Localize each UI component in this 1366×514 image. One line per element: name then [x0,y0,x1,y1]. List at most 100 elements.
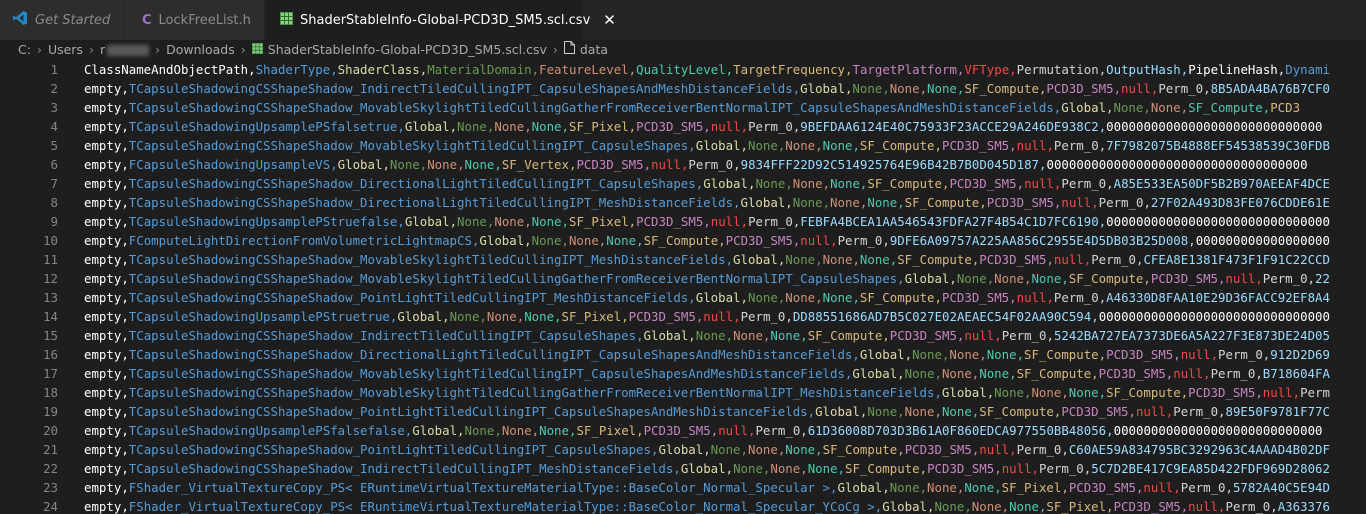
csv-comma: , [1046,328,1054,343]
csv-cell: None [755,176,786,191]
line-content: empty,TCapsuleShadowingCSShapeShadow_Poi… [84,440,1330,459]
code-line[interactable]: 21 empty,TCapsuleShadowingCSShapeShadow_P… [0,440,1366,459]
line-content: empty,TCapsuleShadowingCSShapeShadow_Mov… [84,383,1330,402]
code-line[interactable]: 7 empty,TCapsuleShadowingCSShapeShadow_Di… [0,174,1366,193]
csv-cell: Global [643,328,689,343]
csv-cell: Perm_0 [1053,138,1099,153]
code-editor[interactable]: 1 ClassNameAndObjectPath,ShaderType,Shade… [0,60,1366,514]
line-content: empty,FShader_VirtualTextureCopy_PS< ERu… [84,478,1330,497]
csv-cell: empty [84,100,122,115]
code-line[interactable]: 24 empty,FShader_VirtualTextureCopy_PS< E… [0,497,1366,514]
code-line[interactable]: 4 empty,TCapsuleShadowingUpsamplePSfalset… [0,117,1366,136]
line-content: empty,TCapsuleShadowingCSShapeShadow_Dir… [84,174,1330,193]
csv-comma: , [121,347,129,362]
csv-cell: FeatureLevel [539,62,629,77]
chevron-right-icon: › [155,41,161,57]
code-line[interactable]: 2 empty,TCapsuleShadowingCSShapeShadow_In… [0,79,1366,98]
csv-cell: Global [815,404,860,419]
code-line[interactable]: 19 empty,TCapsuleShadowingCSShapeShadow_P… [0,402,1366,421]
code-line[interactable]: 3 empty,TCapsuleShadowingCSShapeShadow_Mo… [0,98,1366,117]
csv-cell: TCapsuleShadowingUpsamplePStruetrue [128,309,390,324]
code-line[interactable]: 6 empty,FCapsuleShadowingUpsampleVS,Globa… [0,155,1366,174]
csv-comma: , [703,214,711,229]
csv-comma: , [1061,442,1069,457]
code-line[interactable]: 14 empty,TCapsuleShadowingUpsamplePStruet… [0,307,1366,326]
code-line[interactable]: 17 empty,TCapsuleShadowingCSShapeShadow_M… [0,364,1366,383]
csv-cell: Perm_0 [1225,499,1271,514]
breadcrumb-downloads[interactable]: Downloads [166,42,235,57]
csv-cell: A85E533EA50DF5B2B970AEEAF4DCE [1113,176,1330,191]
csv-comma: , [382,157,390,172]
csv-cell: None [733,461,763,476]
line-number: 6 [50,157,58,172]
csv-cell: Perm_0 [1053,290,1099,305]
csv-cell: empty [84,233,122,248]
close-icon[interactable]: ✕ [603,11,616,29]
csv-cell: null [1143,480,1174,495]
csv-cell: Global [837,480,883,495]
code-line[interactable]: 11 empty,TCapsuleShadowingCSShapeShadow_M… [0,250,1366,269]
code-line[interactable]: 1 ClassNameAndObjectPath,ShaderType,Shade… [0,60,1366,79]
csv-comma: , [449,214,458,229]
tab-get-started[interactable]: Get Started [0,0,125,40]
line-content: empty,TCapsuleShadowingCSShapeShadow_Ind… [84,326,1330,345]
csv-comma: , [1270,499,1278,514]
code-line[interactable]: 13 empty,TCapsuleShadowingCSShapeShadow_P… [0,288,1366,307]
code-line[interactable]: 12 empty,TCapsuleShadowingCSShapeShadow_M… [0,269,1366,288]
line-number: 12 [43,271,58,286]
csv-comma: , [822,176,831,191]
csv-cell: None [695,328,726,343]
breadcrumb-drive[interactable]: C: [18,42,31,57]
csv-cell: PCD3D_SM5 [942,138,1010,153]
csv-cell: Global [479,233,525,248]
csv-comma: , [725,252,734,267]
csv-cell: null [800,233,831,248]
tab-lockfreelist[interactable]: C LockFreeList.h [125,0,265,40]
tab-csv-file[interactable]: ShaderStableInfo-Global-PCD3D_SM5.scl.cs… [265,0,616,40]
code-line[interactable]: 18 empty,TCapsuleShadowingCSShapeShadow_M… [0,383,1366,402]
csv-cell: TCapsuleShadowingCSShapeShadow_MovableSk… [128,138,689,153]
csv-cell: None [486,309,517,324]
csv-cell: None [889,480,920,495]
csv-cell: VFType [964,62,1010,77]
breadcrumb-users[interactable]: Users [48,42,83,57]
csv-cell: SF_Compute [643,233,719,248]
csv-comma: , [479,309,487,324]
code-line[interactable]: 8 empty,TCapsuleShadowingCSShapeShadow_Di… [0,193,1366,212]
csv-comma: , [1143,271,1151,286]
line-number: 17 [43,366,58,381]
csv-cell: MaterialDomain [427,62,532,77]
csv-cell: Perm_0 [755,423,801,438]
csv-cell: 9834FFF22D92C514925764E96B42B7B0D045D187 [740,157,1040,172]
csv-comma: , [248,62,256,77]
csv-cell: None [539,423,569,438]
code-line[interactable]: 15 empty,TCapsuleShadowingCSShapeShadow_I… [0,326,1366,345]
csv-comma: , [121,290,129,305]
code-line[interactable]: 20 empty,TCapsuleShadowingUpsamplePSfalse… [0,421,1366,440]
breadcrumb-user-folder[interactable]: r [100,42,150,57]
csv-cell: empty [84,404,122,419]
csv-cell: TCapsuleShadowingCSShapeShadow_IndirectT… [128,328,637,343]
code-line[interactable]: 10 empty,FComputeLightDirectionFromVolume… [0,231,1366,250]
code-line[interactable]: 5 empty,TCapsuleShadowingCSShapeShadow_Mo… [0,136,1366,155]
line-content: empty,FShader_VirtualTextureCopy_PS< ERu… [84,497,1330,514]
code-line[interactable]: 22 empty,TCapsuleShadowingCSShapeShadow_I… [0,459,1366,478]
csv-cell: None [912,347,942,362]
code-line[interactable]: 9 empty,TCapsuleShadowingUpsamplePStruefa… [0,212,1366,231]
csv-cell: Perm_0 [1158,81,1204,96]
line-content: empty,TCapsuleShadowingCSShapeShadow_Mov… [84,269,1330,288]
csv-comma: , [1091,366,1099,381]
code-line[interactable]: 23 empty,FShader_VirtualTextureCopy_PS< E… [0,478,1366,497]
code-line[interactable]: 16 empty,TCapsuleShadowingCSShapeShadow_D… [0,345,1366,364]
csv-comma: , [800,461,808,476]
breadcrumb-file[interactable]: ShaderStableInfo-Global-PCD3D_SM5.scl.cs… [268,42,547,57]
csv-cell: None [494,214,525,229]
csv-cell: SF_Pixel [561,309,622,324]
csv-comma: , [1009,366,1017,381]
line-number: 9 [50,214,58,229]
csv-cell: None [531,119,562,134]
csv-cell: None [1031,385,1062,400]
breadcrumb-symbol[interactable]: data [580,42,608,57]
csv-comma: , [121,81,129,96]
csv-cell: TCapsuleShadowingUpsamplePStruefalse [128,214,398,229]
